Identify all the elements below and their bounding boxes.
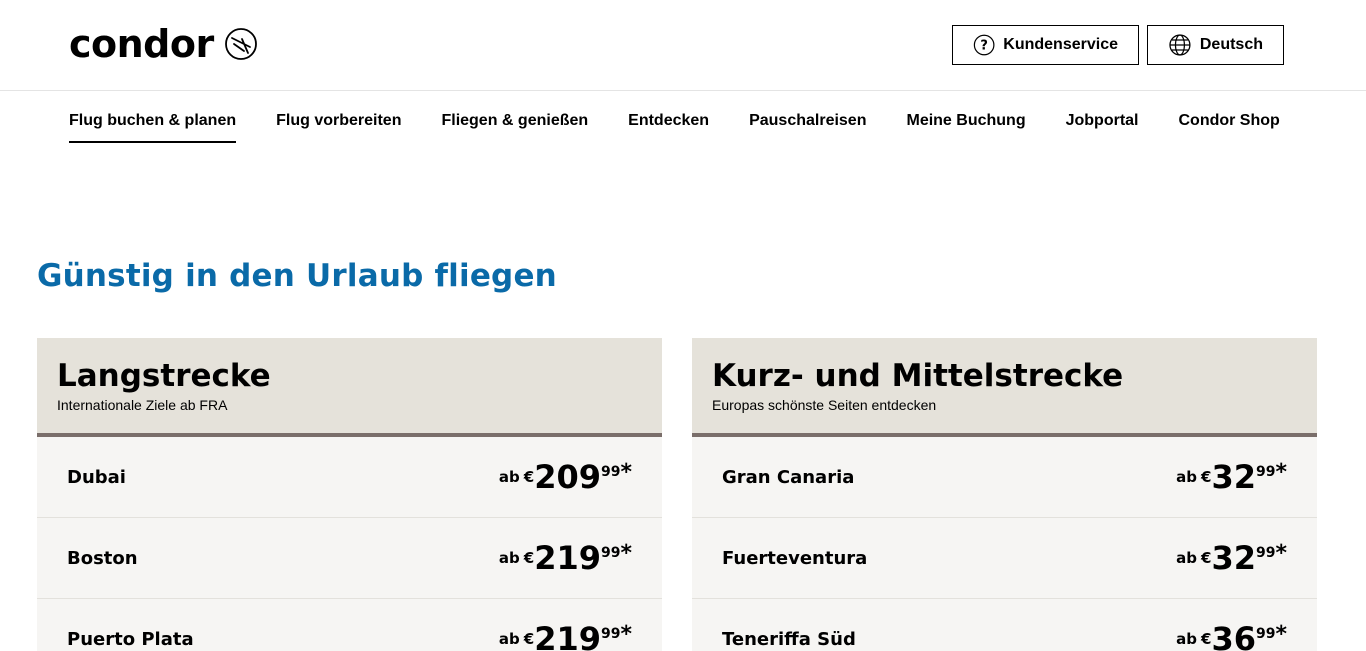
price-cents: 99: [1256, 545, 1276, 561]
card-subtitle: Internationale Ziele ab FRA: [57, 397, 228, 413]
price-prefix: ab: [1176, 549, 1198, 567]
price-cents: 99: [1256, 626, 1276, 642]
page-headline: Günstig in den Urlaub fliegen: [37, 258, 557, 294]
price-amount: 219: [534, 620, 601, 651]
price-currency: €: [523, 468, 535, 486]
price-prefix: ab: [498, 468, 520, 486]
logo-wordmark: condor: [69, 22, 214, 66]
price: ab € 209 99 *: [499, 460, 632, 494]
destination-row[interactable]: Teneriffa Süd ab € 36 99 *: [692, 599, 1317, 651]
svg-text:?: ?: [980, 39, 988, 54]
destination-row[interactable]: Puerto Plata ab € 219 99 *: [37, 599, 662, 651]
price-currency: €: [1201, 468, 1212, 486]
main-nav: Flug buchen & planen Flug vorbereiten Fl…: [69, 112, 1320, 143]
destination-row[interactable]: Fuerteventura ab € 32 99 *: [692, 518, 1317, 599]
price-amount: 32: [1211, 539, 1256, 577]
price: ab € 32 99 *: [1176, 541, 1287, 575]
destination-name: Teneriffa Süd: [722, 628, 856, 650]
price-asterisk: *: [620, 622, 632, 647]
price-prefix: ab: [498, 549, 520, 567]
question-circle-icon: ?: [973, 34, 995, 56]
nav-item-condor-shop[interactable]: Condor Shop: [1178, 112, 1279, 143]
condor-bird-icon: [224, 28, 257, 60]
destination-row[interactable]: Dubai ab € 209 99 *: [37, 437, 662, 518]
card-header: Langstrecke Internationale Ziele ab FRA: [37, 338, 662, 437]
card-langstrecke: Langstrecke Internationale Ziele ab FRA …: [37, 338, 662, 651]
price-asterisk: *: [620, 541, 632, 566]
price-asterisk: *: [1275, 460, 1287, 485]
price-asterisk: *: [1275, 622, 1287, 647]
price-amount: 32: [1211, 458, 1256, 496]
destination-row[interactable]: Gran Canaria ab € 32 99 *: [692, 437, 1317, 518]
nav-item-flug-vorbereiten[interactable]: Flug vorbereiten: [276, 112, 401, 143]
destination-name: Boston: [67, 547, 138, 569]
price-cents: 99: [601, 626, 621, 642]
price-amount: 209: [534, 458, 601, 496]
price-currency: €: [523, 630, 535, 648]
card-header: Kurz- und Mittelstrecke Europas schönste…: [692, 338, 1317, 437]
language-button[interactable]: Deutsch: [1147, 25, 1284, 65]
price-amount: 36: [1211, 620, 1256, 651]
destination-name: Puerto Plata: [67, 628, 194, 650]
condor-logo[interactable]: condor: [69, 25, 258, 63]
price-prefix: ab: [1176, 630, 1198, 648]
price-cents: 99: [1256, 464, 1276, 480]
card-title: Kurz- und Mittelstrecke: [712, 358, 1124, 394]
nav-item-meine-buchung[interactable]: Meine Buchung: [906, 112, 1025, 143]
price-amount: 219: [534, 539, 601, 577]
price-cents: 99: [601, 464, 621, 480]
destination-name: Gran Canaria: [722, 466, 855, 488]
price-asterisk: *: [1275, 541, 1287, 566]
card-kurz-mittelstrecke: Kurz- und Mittelstrecke Europas schönste…: [692, 338, 1317, 651]
price: ab € 219 99 *: [499, 541, 632, 575]
price-currency: €: [1201, 549, 1212, 567]
destination-name: Fuerteventura: [722, 547, 868, 569]
card-title: Langstrecke: [57, 358, 271, 394]
price: ab € 32 99 *: [1176, 460, 1287, 494]
nav-item-flug-buchen[interactable]: Flug buchen & planen: [69, 112, 237, 143]
price-cents: 99: [601, 545, 621, 561]
nav-item-jobportal[interactable]: Jobportal: [1066, 112, 1139, 143]
price-prefix: ab: [498, 630, 520, 648]
price: ab € 219 99 *: [499, 622, 632, 651]
price-prefix: ab: [1176, 468, 1198, 486]
nav-item-pauschalreisen[interactable]: Pauschalreisen: [749, 112, 866, 143]
destination-row[interactable]: Boston ab € 219 99 *: [37, 518, 662, 599]
customer-service-button[interactable]: ? Kundenservice: [952, 25, 1139, 65]
globe-icon: [1169, 34, 1191, 56]
customer-service-label: Kundenservice: [1003, 36, 1118, 53]
site-header: condor ? Kundenservice Deutsch: [0, 0, 1366, 91]
nav-item-entdecken[interactable]: Entdecken: [628, 112, 709, 143]
price: ab € 36 99 *: [1176, 622, 1287, 651]
card-subtitle: Europas schönste Seiten entdecken: [712, 397, 937, 413]
price-currency: €: [523, 549, 535, 567]
price-asterisk: *: [620, 460, 632, 485]
destination-name: Dubai: [67, 466, 126, 488]
language-label: Deutsch: [1199, 36, 1263, 53]
price-currency: €: [1201, 630, 1212, 648]
nav-item-fliegen-geniessen[interactable]: Fliegen & genießen: [441, 112, 588, 143]
